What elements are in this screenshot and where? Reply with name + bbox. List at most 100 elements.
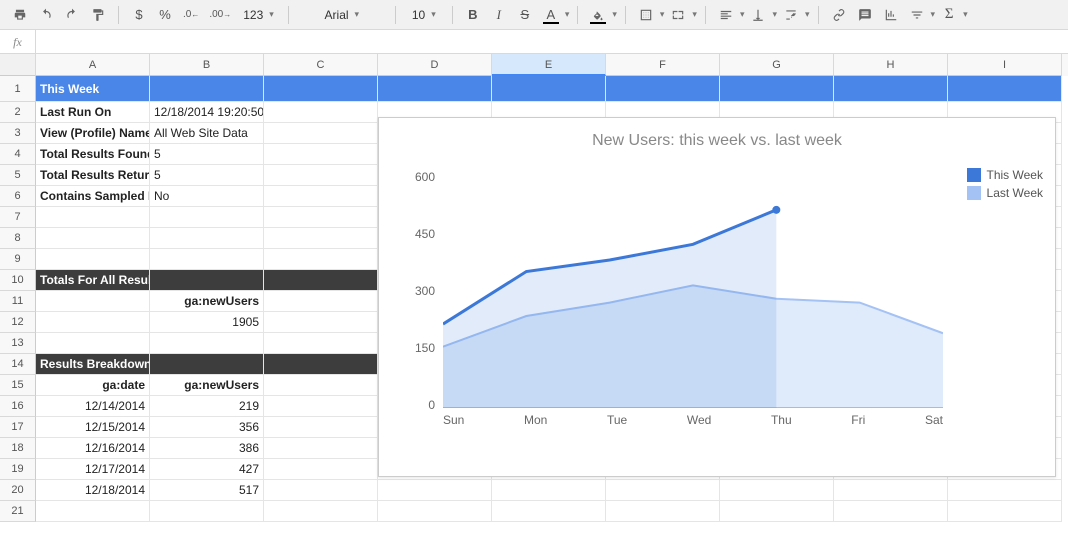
cell[interactable] [150, 249, 264, 270]
cell[interactable] [264, 438, 378, 459]
cell[interactable]: Last Run On [36, 102, 150, 123]
functions-button[interactable]: Σ [937, 3, 961, 27]
insert-comment-button[interactable] [853, 3, 877, 27]
increase-decimal-button[interactable]: .00→ [205, 3, 235, 27]
chevron-down-icon[interactable]: ▾ [565, 9, 570, 20]
cell[interactable] [492, 76, 606, 102]
decrease-decimal-button[interactable]: .0← [179, 3, 203, 27]
cell[interactable] [264, 270, 378, 291]
row-header[interactable]: 13 [0, 333, 36, 354]
bold-button[interactable]: B [461, 3, 485, 27]
cell[interactable]: Results Breakdown [36, 354, 150, 375]
row-header[interactable]: 20 [0, 480, 36, 501]
cell[interactable]: 5 [150, 165, 264, 186]
chevron-down-icon[interactable]: ▾ [805, 9, 810, 20]
cell[interactable] [378, 76, 492, 102]
cell[interactable] [378, 501, 492, 522]
text-color-button[interactable]: A [539, 3, 563, 27]
cell[interactable] [492, 501, 606, 522]
column-header[interactable]: I [948, 54, 1062, 76]
column-header[interactable]: H [834, 54, 948, 76]
cell[interactable] [264, 312, 378, 333]
row-header[interactable]: 11 [0, 291, 36, 312]
more-formats-dropdown[interactable]: 123▾ [237, 3, 280, 27]
cell[interactable] [720, 480, 834, 501]
row-header[interactable]: 19 [0, 459, 36, 480]
cell[interactable]: 356 [150, 417, 264, 438]
cell[interactable] [264, 501, 378, 522]
font-family-dropdown[interactable]: Arial▾ [297, 3, 387, 27]
column-header[interactable]: B [150, 54, 264, 76]
cell[interactable] [150, 354, 264, 375]
row-header[interactable]: 9 [0, 249, 36, 270]
undo-button[interactable] [34, 3, 58, 27]
cell[interactable]: Total Results Found [36, 144, 150, 165]
horizontal-align-button[interactable] [714, 3, 738, 27]
cell[interactable] [36, 312, 150, 333]
paint-format-button[interactable] [86, 3, 110, 27]
borders-button[interactable] [634, 3, 658, 27]
cell[interactable] [264, 396, 378, 417]
cell[interactable] [264, 249, 378, 270]
italic-button[interactable]: I [487, 3, 511, 27]
cell[interactable] [264, 417, 378, 438]
cell[interactable] [150, 333, 264, 354]
column-header[interactable]: D [378, 54, 492, 76]
cell[interactable] [36, 501, 150, 522]
row-header[interactable]: 15 [0, 375, 36, 396]
chevron-down-icon[interactable]: ▾ [963, 9, 968, 20]
cell[interactable] [720, 76, 834, 102]
cell[interactable] [264, 291, 378, 312]
cell[interactable] [834, 501, 948, 522]
format-currency-button[interactable]: $ [127, 3, 151, 27]
chevron-down-icon[interactable]: ▾ [612, 9, 617, 20]
row-header[interactable]: 18 [0, 438, 36, 459]
cell[interactable] [150, 270, 264, 291]
cell[interactable] [150, 207, 264, 228]
chevron-down-icon[interactable]: ▾ [931, 9, 936, 20]
cell[interactable] [264, 480, 378, 501]
column-header[interactable]: E [492, 54, 606, 76]
formula-input[interactable] [36, 30, 1068, 53]
chevron-down-icon[interactable]: ▾ [660, 9, 665, 20]
row-header[interactable]: 14 [0, 354, 36, 375]
row-header[interactable]: 3 [0, 123, 36, 144]
cell[interactable] [606, 480, 720, 501]
row-header[interactable]: 16 [0, 396, 36, 417]
chevron-down-icon[interactable]: ▾ [692, 9, 697, 20]
row-header[interactable]: 17 [0, 417, 36, 438]
cell[interactable] [264, 354, 378, 375]
insert-chart-button[interactable] [879, 3, 903, 27]
cell[interactable] [264, 333, 378, 354]
cell[interactable] [150, 501, 264, 522]
cell[interactable]: 12/14/2014 [36, 396, 150, 417]
cell[interactable] [36, 291, 150, 312]
cell[interactable] [36, 249, 150, 270]
cell[interactable]: View (Profile) Name [36, 123, 150, 144]
chart-container[interactable]: New Users: this week vs. last week This … [378, 117, 1056, 477]
cell[interactable]: 427 [150, 459, 264, 480]
cell[interactable] [264, 123, 378, 144]
cell[interactable] [264, 102, 378, 123]
cell[interactable] [264, 459, 378, 480]
cell[interactable] [492, 480, 606, 501]
cell[interactable] [150, 76, 264, 102]
column-header[interactable]: C [264, 54, 378, 76]
cell[interactable]: 12/16/2014 [36, 438, 150, 459]
cell[interactable] [36, 228, 150, 249]
cell[interactable]: Contains Sampled Data [36, 186, 150, 207]
cell[interactable]: 219 [150, 396, 264, 417]
cell[interactable] [948, 76, 1062, 102]
cell[interactable]: Totals For All Results [36, 270, 150, 291]
cell[interactable] [948, 501, 1062, 522]
cell[interactable] [264, 375, 378, 396]
row-header[interactable]: 12 [0, 312, 36, 333]
redo-button[interactable] [60, 3, 84, 27]
cell[interactable] [264, 207, 378, 228]
column-header[interactable]: F [606, 54, 720, 76]
cell[interactable]: 1905 [150, 312, 264, 333]
cell[interactable] [264, 76, 378, 102]
cell[interactable] [36, 207, 150, 228]
filter-button[interactable] [905, 3, 929, 27]
cell[interactable]: This Week [36, 76, 150, 102]
